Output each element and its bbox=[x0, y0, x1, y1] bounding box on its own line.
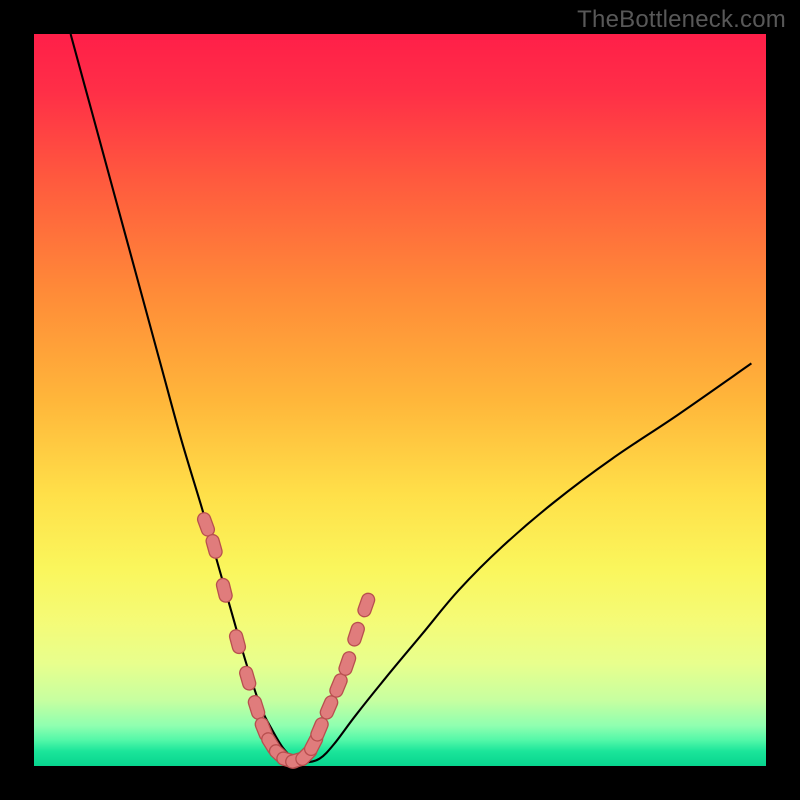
chart-frame: TheBottleneck.com bbox=[0, 0, 800, 800]
marker-dot bbox=[337, 650, 357, 677]
marker-dot bbox=[309, 716, 330, 743]
marker-dot bbox=[356, 592, 376, 619]
plot-area bbox=[34, 34, 766, 766]
marker-dot bbox=[238, 665, 257, 692]
marker-dot bbox=[228, 628, 247, 655]
marker-dot bbox=[205, 533, 224, 560]
marker-group bbox=[196, 511, 377, 770]
marker-dot bbox=[215, 577, 233, 603]
watermark-text: TheBottleneck.com bbox=[577, 6, 786, 34]
marker-dot bbox=[318, 694, 339, 721]
marker-dot bbox=[247, 694, 267, 721]
marker-dot bbox=[346, 621, 366, 648]
bottleneck-curve bbox=[71, 34, 752, 762]
marker-dot bbox=[196, 511, 216, 538]
chart-svg bbox=[34, 34, 766, 766]
marker-dot bbox=[328, 672, 349, 699]
